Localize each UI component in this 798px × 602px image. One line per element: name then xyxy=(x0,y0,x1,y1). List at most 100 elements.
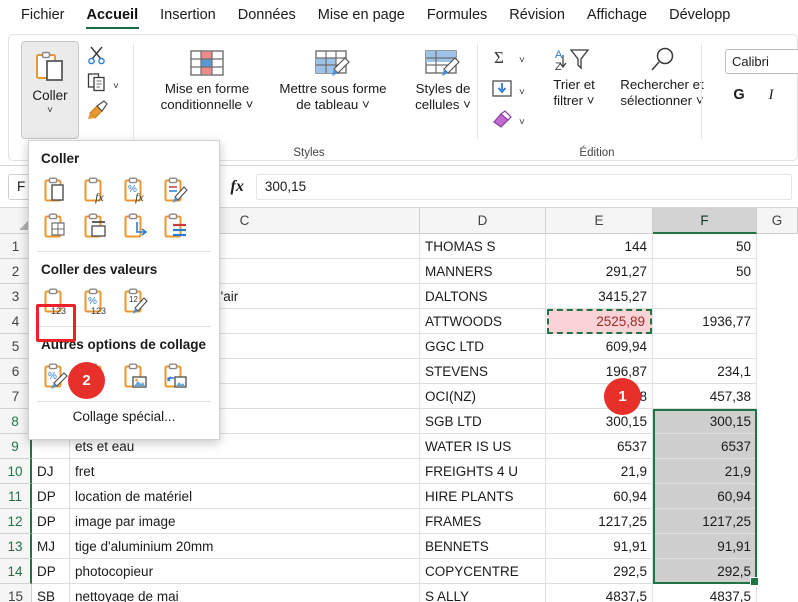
find-select-button[interactable]: Rechercher et sélectionner ˅ xyxy=(613,47,711,109)
formula-input[interactable]: 300,15 xyxy=(255,173,792,200)
column-header-G[interactable]: G xyxy=(757,208,798,234)
cell-E13[interactable]: 91,91 xyxy=(546,534,653,559)
row-header-12[interactable]: 12 xyxy=(0,509,32,534)
cell-styles-button[interactable]: Styles de cellules ˅ xyxy=(401,49,485,113)
autosum-button[interactable]: Σ xyxy=(491,47,513,72)
cell-E8[interactable]: 300,15 xyxy=(546,409,653,434)
cell-E5[interactable]: 609,94 xyxy=(546,334,653,359)
cell-D4[interactable]: ATTWOODS xyxy=(420,309,546,334)
cell-F13[interactable]: 91,91 xyxy=(653,534,757,559)
cell-E14[interactable]: 292,5 xyxy=(546,559,653,584)
chevron-down-icon[interactable]: ˅ xyxy=(587,93,595,108)
cell-D2[interactable]: MANNERS xyxy=(420,259,546,284)
fill-chevron-icon[interactable]: ˅ xyxy=(519,88,525,98)
cell-B12[interactable]: DP xyxy=(32,509,70,534)
paste-button[interactable]: Coller ˅ xyxy=(21,41,79,139)
cell-F14[interactable]: 292,5 xyxy=(653,559,757,584)
column-header-E[interactable]: E xyxy=(546,208,653,234)
cell-D5[interactable]: GGC LTD xyxy=(420,334,546,359)
cell-E12[interactable]: 1217,25 xyxy=(546,509,653,534)
cell-C12[interactable]: image par image xyxy=(70,509,420,534)
cell-B15[interactable]: SB xyxy=(32,584,70,602)
cell-D10[interactable]: FREIGHTS 4 U xyxy=(420,459,546,484)
cell-D3[interactable]: DALTONS xyxy=(420,284,546,309)
insert-function-icon[interactable]: fx xyxy=(231,178,244,196)
paste-icon[interactable] xyxy=(39,174,73,206)
cell-D1[interactable]: THOMAS S xyxy=(420,234,546,259)
cell-D14[interactable]: COPYCENTRE xyxy=(420,559,546,584)
paste-formatting-icon[interactable] xyxy=(159,174,193,206)
row-header-13[interactable]: 13 xyxy=(0,534,32,559)
paste-values-number-format-icon[interactable]: % 123 xyxy=(79,285,113,317)
sort-filter-button[interactable]: A Z Trier et filtrer ˅ xyxy=(537,47,611,109)
cell-C14[interactable]: photocopieur xyxy=(70,559,420,584)
ribbon-tab-accueil[interactable]: Accueil xyxy=(76,2,150,30)
row-header-10[interactable]: 10 xyxy=(0,459,32,484)
cell-F9[interactable]: 6537 xyxy=(653,434,757,459)
copy-dropdown-chevron-icon[interactable]: ˅ xyxy=(113,82,119,92)
cell-E10[interactable]: 21,9 xyxy=(546,459,653,484)
format-painter-button[interactable] xyxy=(87,99,109,126)
cell-D11[interactable]: HIRE PLANTS xyxy=(420,484,546,509)
paste-formulas-icon[interactable]: fx xyxy=(79,174,113,206)
cell-F8[interactable]: 300,15 xyxy=(653,409,757,434)
copy-source-cell[interactable]: 2525,89 xyxy=(547,309,652,334)
cell-F11[interactable]: 60,94 xyxy=(653,484,757,509)
paste-formulas-number-format-icon[interactable]: % fx xyxy=(119,174,153,206)
ribbon-tab-r-vision[interactable]: Révision xyxy=(498,2,576,30)
column-header-F[interactable]: F xyxy=(653,208,757,234)
cell-D13[interactable]: BENNETS xyxy=(420,534,546,559)
italic-button[interactable]: I xyxy=(761,87,781,104)
cell-C11[interactable]: location de matériel xyxy=(70,484,420,509)
paste-linked-picture-icon[interactable] xyxy=(159,360,193,392)
column-header-D[interactable]: D xyxy=(420,208,546,234)
paste-no-borders-icon[interactable] xyxy=(39,210,73,242)
clear-chevron-icon[interactable]: ˅ xyxy=(519,118,525,128)
paste-picture-icon[interactable] xyxy=(119,360,153,392)
cell-E9[interactable]: 6537 xyxy=(546,434,653,459)
cell-D7[interactable]: OCI(NZ) xyxy=(420,384,546,409)
ribbon-tab-d-velopp[interactable]: Développ xyxy=(658,2,741,30)
cell-E6[interactable]: 196,87 xyxy=(546,359,653,384)
cell-B13[interactable]: MJ xyxy=(32,534,70,559)
cell-E1[interactable]: 144 xyxy=(546,234,653,259)
cell-E2[interactable]: 291,27 xyxy=(546,259,653,284)
clear-button[interactable] xyxy=(491,109,513,134)
ribbon-tab-donn-es[interactable]: Données xyxy=(227,2,307,30)
cell-B10[interactable]: DJ xyxy=(32,459,70,484)
cell-F3[interactable] xyxy=(653,284,757,309)
ribbon-tab-mise-en-page[interactable]: Mise en page xyxy=(307,2,416,30)
ribbon-tab-insertion[interactable]: Insertion xyxy=(149,2,227,30)
autosum-chevron-icon[interactable]: ˅ xyxy=(519,56,525,66)
cell-C15[interactable]: nettoyage de mai xyxy=(70,584,420,602)
ribbon-tab-formules[interactable]: Formules xyxy=(416,2,498,30)
chevron-down-icon[interactable]: ˅ xyxy=(463,97,471,112)
paste-dropdown-chevron-icon[interactable]: ˅ xyxy=(47,106,53,116)
font-family-input[interactable]: Calibri xyxy=(725,49,798,74)
cell-B14[interactable]: DP xyxy=(32,559,70,584)
copy-button[interactable] xyxy=(87,72,109,97)
cell-C10[interactable]: fret xyxy=(70,459,420,484)
ribbon-tab-affichage[interactable]: Affichage xyxy=(576,2,658,30)
chevron-down-icon[interactable]: ˅ xyxy=(696,93,704,108)
cell-D12[interactable]: FRAMES xyxy=(420,509,546,534)
cell-F7[interactable]: 457,38 xyxy=(653,384,757,409)
chevron-down-icon[interactable]: ˅ xyxy=(362,97,370,112)
cell-F12[interactable]: 1217,25 xyxy=(653,509,757,534)
cell-F15[interactable]: 4837,5 xyxy=(653,584,757,602)
paste-merge-conditional-formatting-icon[interactable] xyxy=(159,210,193,242)
cell-F4[interactable]: 1936,77 xyxy=(653,309,757,334)
cell-C13[interactable]: tige d'aluminium 20mm xyxy=(70,534,420,559)
cell-E15[interactable]: 4837,5 xyxy=(546,584,653,602)
chevron-down-icon[interactable]: ˅ xyxy=(246,97,254,112)
cell-F5[interactable] xyxy=(653,334,757,359)
row-header-15[interactable]: 15 xyxy=(0,584,32,602)
row-header-11[interactable]: 11 xyxy=(0,484,32,509)
format-as-table-button[interactable]: Mettre sous forme de tableau ˅ xyxy=(267,49,399,113)
cell-B11[interactable]: DP xyxy=(32,484,70,509)
paste-transpose-icon[interactable] xyxy=(119,210,153,242)
paste-special-menu-item[interactable]: Collage spécial... xyxy=(29,402,219,433)
paste-keep-column-widths-icon[interactable] xyxy=(79,210,113,242)
cell-D6[interactable]: STEVENS xyxy=(420,359,546,384)
cell-D8[interactable]: SGB LTD xyxy=(420,409,546,434)
